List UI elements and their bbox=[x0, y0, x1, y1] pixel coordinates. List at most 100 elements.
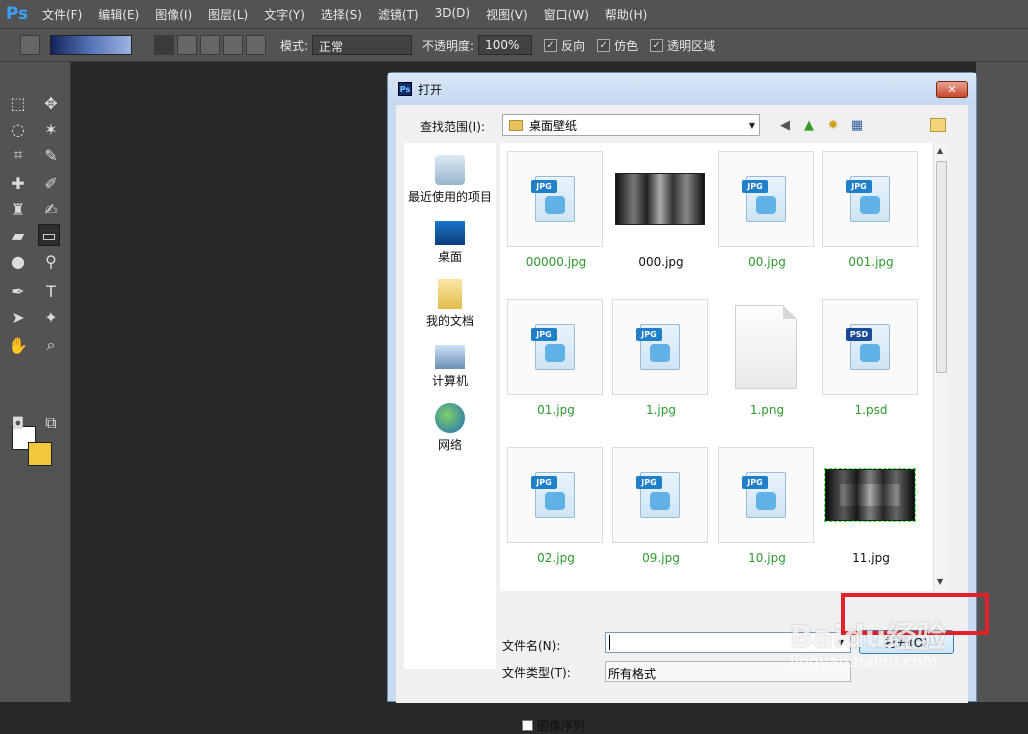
opacity-label: 不透明度: bbox=[422, 38, 475, 53]
marquee-icon[interactable]: ⬚ bbox=[7, 92, 29, 114]
blur-icon[interactable]: ● bbox=[7, 250, 29, 272]
file-thumbnail bbox=[718, 299, 814, 395]
place-recent[interactable]: 最近使用的项目 bbox=[404, 155, 496, 205]
file-item[interactable]: JPG 10.jpg bbox=[718, 447, 816, 587]
move-icon[interactable]: ✥ bbox=[40, 92, 62, 114]
file-item[interactable]: 000.jpg bbox=[612, 151, 710, 291]
screen-mode-icon[interactable]: ⧉ bbox=[40, 412, 62, 434]
crop-icon[interactable]: ⌗ bbox=[7, 144, 29, 166]
dither-checkbox[interactable]: ✓ 仿色 bbox=[597, 37, 638, 54]
reflected-gradient-icon[interactable] bbox=[223, 35, 243, 55]
scroll-up-icon[interactable]: ▲ bbox=[937, 146, 943, 155]
look-in-select[interactable]: 桌面壁纸 ▼ bbox=[502, 114, 760, 136]
menu-edit[interactable]: 编辑(E) bbox=[90, 6, 147, 23]
background-color-swatch[interactable] bbox=[28, 442, 52, 466]
menu-3d[interactable]: 3D(D) bbox=[427, 6, 478, 23]
jpg-file-icon: JPG bbox=[636, 472, 680, 518]
file-thumbnail: JPG bbox=[612, 299, 708, 395]
menu-view[interactable]: 视图(V) bbox=[478, 6, 536, 23]
zoom-icon[interactable]: ⌕ bbox=[40, 334, 62, 356]
file-item[interactable]: PSD 1.psd bbox=[822, 299, 920, 439]
menu-select[interactable]: 选择(S) bbox=[313, 6, 370, 23]
lasso-icon[interactable]: ◌ bbox=[7, 118, 29, 140]
watermark-logo: Baidu经验 bbox=[790, 620, 947, 655]
magic-wand-icon[interactable]: ✶ bbox=[40, 118, 62, 140]
scroll-down-icon[interactable]: ▼ bbox=[937, 577, 943, 586]
eyedropper-icon[interactable]: ✎ bbox=[40, 144, 62, 166]
menu-filter[interactable]: 滤镜(T) bbox=[370, 6, 427, 23]
file-item[interactable]: JPG 02.jpg bbox=[507, 447, 605, 587]
menu-type[interactable]: 文字(Y) bbox=[256, 6, 313, 23]
file-name: 10.jpg bbox=[748, 551, 786, 565]
folder-icon bbox=[509, 119, 523, 131]
dodge-icon[interactable]: ⚲ bbox=[40, 250, 62, 272]
gradient-picker[interactable] bbox=[50, 35, 132, 55]
menu-window[interactable]: 窗口(W) bbox=[536, 6, 597, 23]
place-documents[interactable]: 我的文档 bbox=[404, 279, 496, 329]
scroll-thumb[interactable] bbox=[936, 161, 947, 373]
options-bar: 模式: 正常 不透明度: 100% ✓ 反向 ✓ 仿色 ✓ 透明区域 bbox=[0, 28, 1028, 62]
radial-gradient-icon[interactable] bbox=[177, 35, 197, 55]
file-name: 02.jpg bbox=[537, 551, 575, 565]
file-item[interactable]: JPG 1.jpg bbox=[612, 299, 710, 439]
file-list-scrollbar[interactable]: ▲ ▼ bbox=[933, 143, 948, 591]
place-network[interactable]: 网络 bbox=[404, 403, 496, 453]
file-name: 000.jpg bbox=[638, 255, 684, 269]
back-icon[interactable]: ◀ bbox=[776, 116, 794, 134]
ps-logo: Ps bbox=[5, 4, 29, 24]
hand-icon[interactable]: ✋ bbox=[7, 334, 29, 356]
documents-icon bbox=[438, 279, 462, 309]
check-icon: ✓ bbox=[544, 38, 558, 52]
close-button[interactable]: ✕ bbox=[936, 81, 968, 98]
path-selection-icon[interactable]: ➤ bbox=[7, 306, 29, 328]
file-item[interactable]: 1.png bbox=[718, 299, 816, 439]
eraser-icon[interactable]: ▰ bbox=[7, 224, 29, 246]
file-item[interactable]: JPG 01.jpg bbox=[507, 299, 605, 439]
angle-gradient-icon[interactable] bbox=[200, 35, 220, 55]
desktop-icon bbox=[435, 221, 465, 245]
gradient-tool-icon[interactable]: ▭ bbox=[38, 224, 60, 246]
type-icon[interactable]: T bbox=[40, 280, 62, 302]
menu-help[interactable]: 帮助(H) bbox=[597, 6, 655, 23]
favorite-folder-icon[interactable] bbox=[930, 118, 946, 132]
shape-icon[interactable]: ✦ bbox=[40, 306, 62, 328]
file-thumbnail: JPG bbox=[507, 299, 603, 395]
linear-gradient-icon[interactable] bbox=[154, 35, 174, 55]
history-brush-icon[interactable]: ✍ bbox=[40, 198, 62, 220]
opacity-input[interactable]: 100% bbox=[478, 35, 533, 55]
psd-file-icon: PSD bbox=[846, 324, 890, 370]
recent-icon bbox=[435, 155, 465, 185]
file-item[interactable]: 11.jpg bbox=[822, 447, 920, 587]
brush-icon[interactable]: ✐ bbox=[40, 172, 62, 194]
up-folder-icon[interactable]: ▲ bbox=[800, 116, 818, 134]
mode-select[interactable]: 正常 bbox=[312, 35, 413, 55]
menu-file[interactable]: 文件(F) bbox=[34, 6, 90, 23]
watermark-url: jingyan.baidu.com bbox=[790, 652, 938, 671]
quick-mask-icon[interactable]: ◘ bbox=[7, 412, 29, 434]
file-item[interactable]: JPG 00.jpg bbox=[718, 151, 816, 291]
image-sequence-checkbox[interactable]: 图像序列 bbox=[522, 717, 585, 734]
clone-stamp-icon[interactable]: ♜ bbox=[7, 198, 29, 220]
menu-image[interactable]: 图像(I) bbox=[147, 6, 200, 23]
new-folder-icon[interactable]: ✸ bbox=[824, 116, 842, 134]
file-thumbnail: JPG bbox=[718, 447, 814, 543]
file-item[interactable]: JPG 00000.jpg bbox=[507, 151, 605, 291]
file-thumbnail: JPG bbox=[507, 447, 603, 543]
reverse-label: 反向 bbox=[561, 38, 586, 53]
checkbox-icon bbox=[522, 720, 533, 731]
reverse-checkbox[interactable]: ✓ 反向 bbox=[544, 37, 585, 54]
file-item[interactable]: JPG 09.jpg bbox=[612, 447, 710, 587]
jpg-file-icon: JPG bbox=[531, 324, 575, 370]
place-computer[interactable]: 计算机 bbox=[404, 341, 496, 389]
place-desktop[interactable]: 桌面 bbox=[404, 217, 496, 265]
file-item[interactable]: JPG 001.jpg bbox=[822, 151, 920, 291]
menu-layer[interactable]: 图层(L) bbox=[200, 6, 256, 23]
diamond-gradient-icon[interactable] bbox=[246, 35, 266, 55]
view-menu-icon[interactable]: ▦ bbox=[848, 116, 866, 134]
tool-preset-icon[interactable] bbox=[20, 35, 40, 55]
file-name: 1.psd bbox=[854, 403, 888, 417]
pen-icon[interactable]: ✒ bbox=[7, 280, 29, 302]
transparency-checkbox[interactable]: ✓ 透明区域 bbox=[650, 37, 715, 54]
photo-thumbnail bbox=[615, 173, 705, 225]
healing-brush-icon[interactable]: ✚ bbox=[7, 172, 29, 194]
